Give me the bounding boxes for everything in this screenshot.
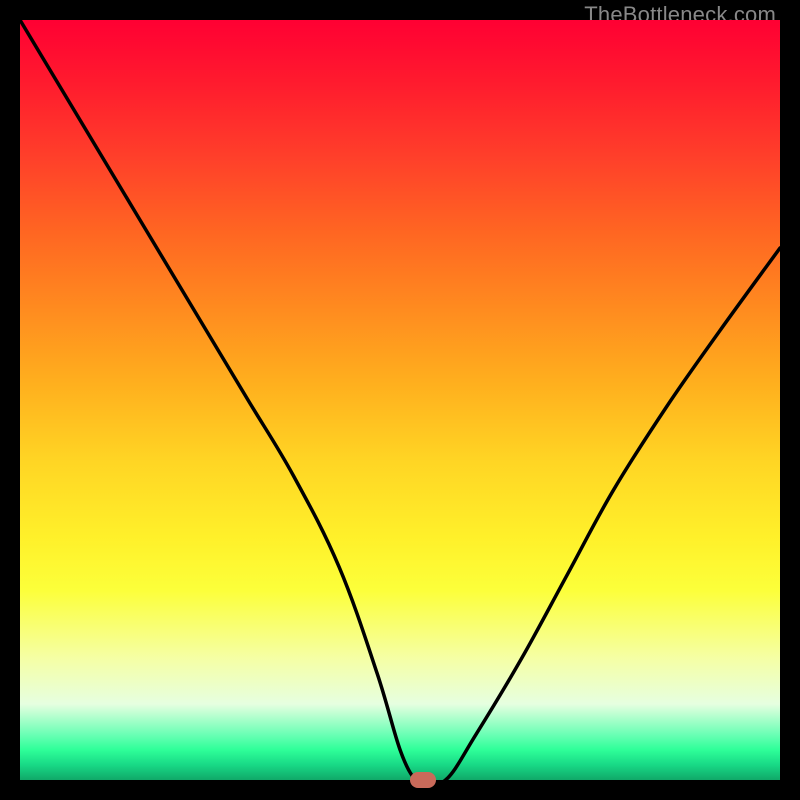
optimal-marker [410, 772, 436, 788]
chart-container: TheBottleneck.com [0, 0, 800, 800]
plot-background [20, 20, 780, 780]
